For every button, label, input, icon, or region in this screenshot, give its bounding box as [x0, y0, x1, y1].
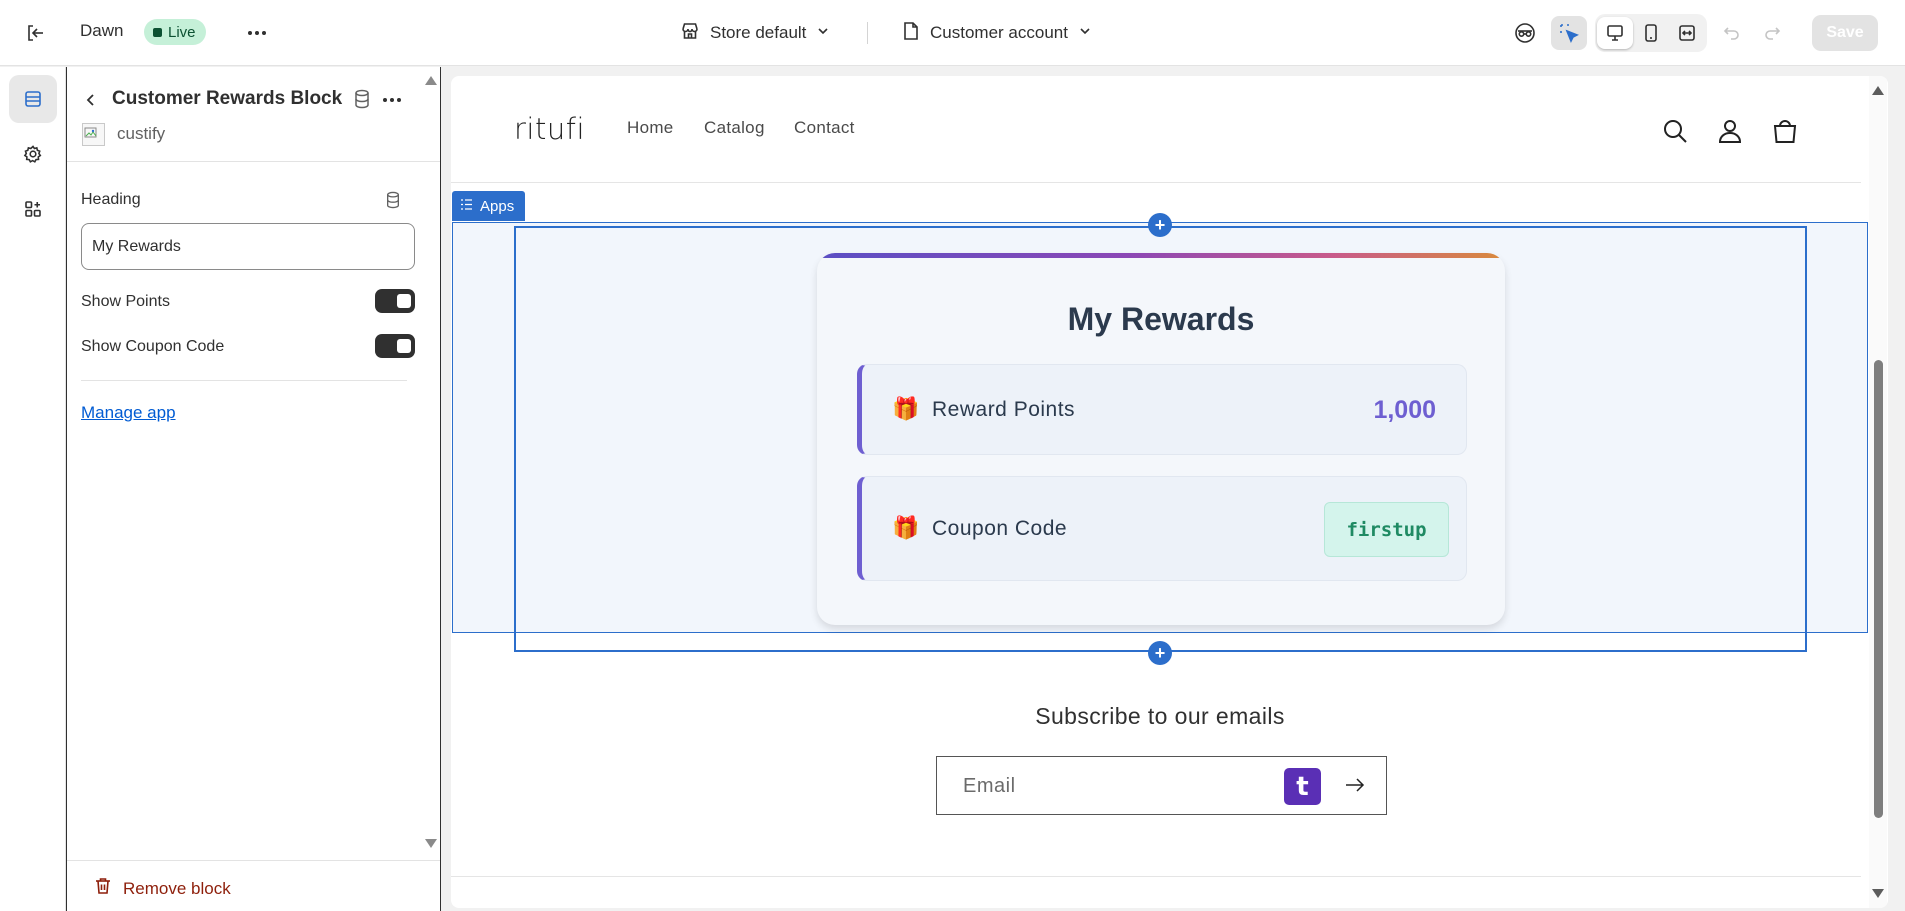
dynamic-source-icon[interactable] [385, 191, 401, 214]
gift-icon: 🎁 [892, 515, 920, 540]
app-name: custify [117, 124, 166, 143]
live-label: Live [168, 23, 196, 41]
apps-icon[interactable] [9, 185, 57, 233]
page-select[interactable]: Customer account [902, 18, 1092, 48]
sections-icon[interactable] [9, 75, 57, 123]
rewards-title: My Rewards [1067, 301, 1255, 337]
editor-topbar: Dawn Live Store default Customer account [0, 0, 1905, 66]
save-button[interactable]: Save [1812, 15, 1878, 51]
storefront-preview: ritufi Home Catalog Contact Apps + + My … [451, 76, 1888, 908]
add-section-below-icon[interactable]: + [1148, 641, 1172, 665]
newsletter-title: Subscribe to our emails [1035, 703, 1285, 729]
search-icon[interactable] [1660, 116, 1690, 146]
apps-section-tag[interactable]: Apps [452, 191, 526, 221]
dynamic-source-icon[interactable] [353, 89, 371, 114]
block-title: Customer Rewards Block [112, 88, 343, 109]
undo-icon[interactable] [1714, 16, 1750, 50]
desktop-icon[interactable] [1597, 17, 1633, 49]
store-select-label: Store default [710, 23, 807, 42]
toggle-knob [397, 294, 411, 308]
show-coupon-label: Show Coupon Code [81, 338, 225, 355]
panel-footer: Remove block [67, 860, 440, 911]
mobile-icon[interactable] [1633, 17, 1669, 49]
account-icon[interactable] [1715, 116, 1745, 146]
show-coupon-toggle[interactable] [375, 334, 415, 358]
full-width-icon[interactable] [1669, 17, 1705, 49]
exit-icon[interactable] [22, 20, 48, 46]
theme-name: Dawn [80, 21, 124, 40]
coupon-code-label: Coupon Code [932, 517, 1068, 540]
theme-more-icon[interactable] [244, 20, 270, 46]
toggle-knob [397, 339, 411, 353]
panel-header: Customer Rewards Block custify [67, 67, 440, 162]
page-select-label: Customer account [930, 23, 1068, 42]
gift-icon: 🎁 [892, 396, 920, 421]
apps-tag-label: Apps [480, 197, 515, 215]
chevron-down-icon [1078, 23, 1092, 43]
trash-icon [95, 877, 111, 900]
live-badge: Live [144, 19, 206, 45]
heading-input[interactable] [81, 223, 415, 270]
heading-label: Heading [81, 191, 141, 208]
preview-scrollbar-thumb[interactable] [1874, 360, 1883, 818]
rewards-card: My Rewards 🎁 Reward Points 1,000 🎁 Coupo… [817, 253, 1505, 625]
store-icon [680, 21, 700, 46]
scroll-up-arrow[interactable] [1872, 86, 1884, 95]
remove-block-button[interactable]: Remove block [95, 877, 231, 900]
chevron-down-icon [816, 23, 830, 43]
store-logo[interactable]: ritufi [514, 112, 585, 146]
email-placeholder: Email [963, 775, 1016, 797]
section-icon [460, 198, 473, 215]
show-points-label: Show Points [81, 293, 170, 310]
nav-contact[interactable]: Contact [794, 118, 855, 138]
back-arrow-icon[interactable] [79, 88, 103, 112]
cart-icon[interactable] [1770, 116, 1800, 146]
inspector-icon[interactable] [1551, 16, 1587, 50]
show-points-toggle[interactable] [375, 289, 415, 313]
manage-app-link[interactable]: Manage app [81, 403, 176, 423]
scroll-down-arrow[interactable] [425, 839, 437, 848]
remove-block-label: Remove block [123, 878, 231, 898]
reward-points-value: 1,000 [1373, 396, 1436, 424]
scroll-down-arrow[interactable] [1872, 889, 1884, 898]
card-gradient-bar [817, 253, 1505, 258]
reward-points-row: 🎁 Reward Points 1,000 [857, 364, 1467, 455]
email-input[interactable]: Email t [936, 756, 1387, 815]
scroll-up-arrow[interactable] [425, 76, 437, 85]
footer-divider [451, 876, 1861, 877]
live-dot-icon [153, 27, 162, 37]
header-divider [451, 182, 1861, 183]
redo-icon[interactable] [1754, 16, 1790, 50]
extension-badge-icon[interactable]: t [1284, 768, 1321, 805]
block-settings-panel: Customer Rewards Block custify Heading S… [66, 67, 441, 911]
editor-rail [0, 67, 66, 911]
coupon-code-value[interactable]: firstup [1324, 502, 1449, 557]
panel-divider [81, 380, 407, 381]
block-more-icon[interactable] [379, 87, 405, 113]
settings-gear-icon[interactable] [9, 130, 57, 178]
incognito-icon[interactable] [1507, 16, 1543, 50]
app-image-icon [82, 123, 105, 146]
page-icon [902, 21, 920, 46]
store-select[interactable]: Store default [680, 18, 830, 48]
device-toggle-group [1595, 14, 1707, 52]
nav-catalog[interactable]: Catalog [704, 118, 765, 138]
submit-arrow-icon[interactable] [1342, 772, 1368, 798]
coupon-code-row: 🎁 Coupon Code firstup [857, 476, 1467, 581]
nav-home[interactable]: Home [627, 118, 674, 138]
topbar-divider [867, 22, 868, 44]
reward-points-label: Reward Points [932, 398, 1076, 421]
add-section-above-icon[interactable]: + [1148, 213, 1172, 237]
